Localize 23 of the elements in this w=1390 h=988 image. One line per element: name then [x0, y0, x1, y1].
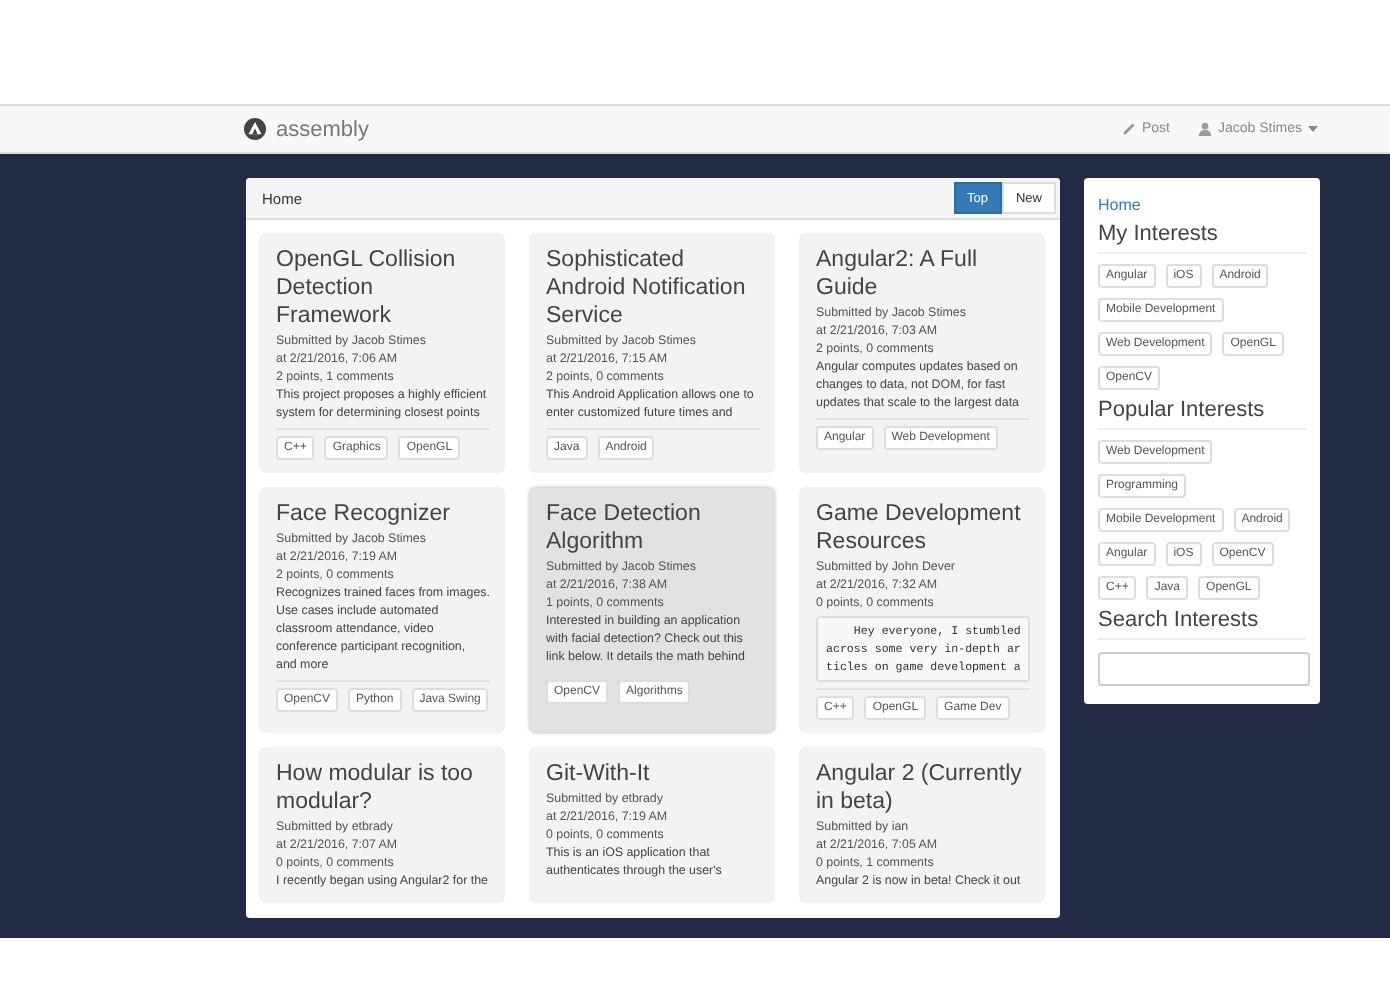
pencil-icon: [1121, 122, 1136, 136]
logo-icon: [244, 118, 266, 140]
search-field[interactable]: [1098, 652, 1310, 686]
post-title: How modular is too modular?: [276, 760, 475, 816]
user-icon: [1197, 122, 1212, 136]
post-card[interactable]: [260, 234, 504, 472]
section-heading: My Interests: [1098, 222, 1306, 254]
post-title: Game Development Resources: [816, 500, 1023, 556]
post-card[interactable]: [800, 234, 1044, 472]
home-link[interactable]: Home: [1098, 196, 1306, 214]
caret-icon: [1308, 126, 1318, 132]
post-title: Face Recognizer: [276, 500, 452, 528]
post-title: Sophisticated Android Notification Service: [546, 246, 748, 330]
post-card[interactable]: [260, 488, 504, 732]
brand-name[interactable]: assembly: [276, 117, 369, 141]
section-heading: Search Interests: [1098, 608, 1306, 640]
post-title: Face Detection Algorithm: [546, 500, 703, 556]
post-card[interactable]: [530, 488, 774, 732]
post-title: Git-With-It: [546, 760, 652, 788]
post-title: Angular2: A Full Guide: [816, 246, 980, 302]
post-title: OpenGL Collision Detection Framework: [276, 246, 458, 330]
section-heading: Popular Interests: [1098, 398, 1306, 430]
post-title: Angular 2 (Currently in beta): [816, 760, 1024, 816]
